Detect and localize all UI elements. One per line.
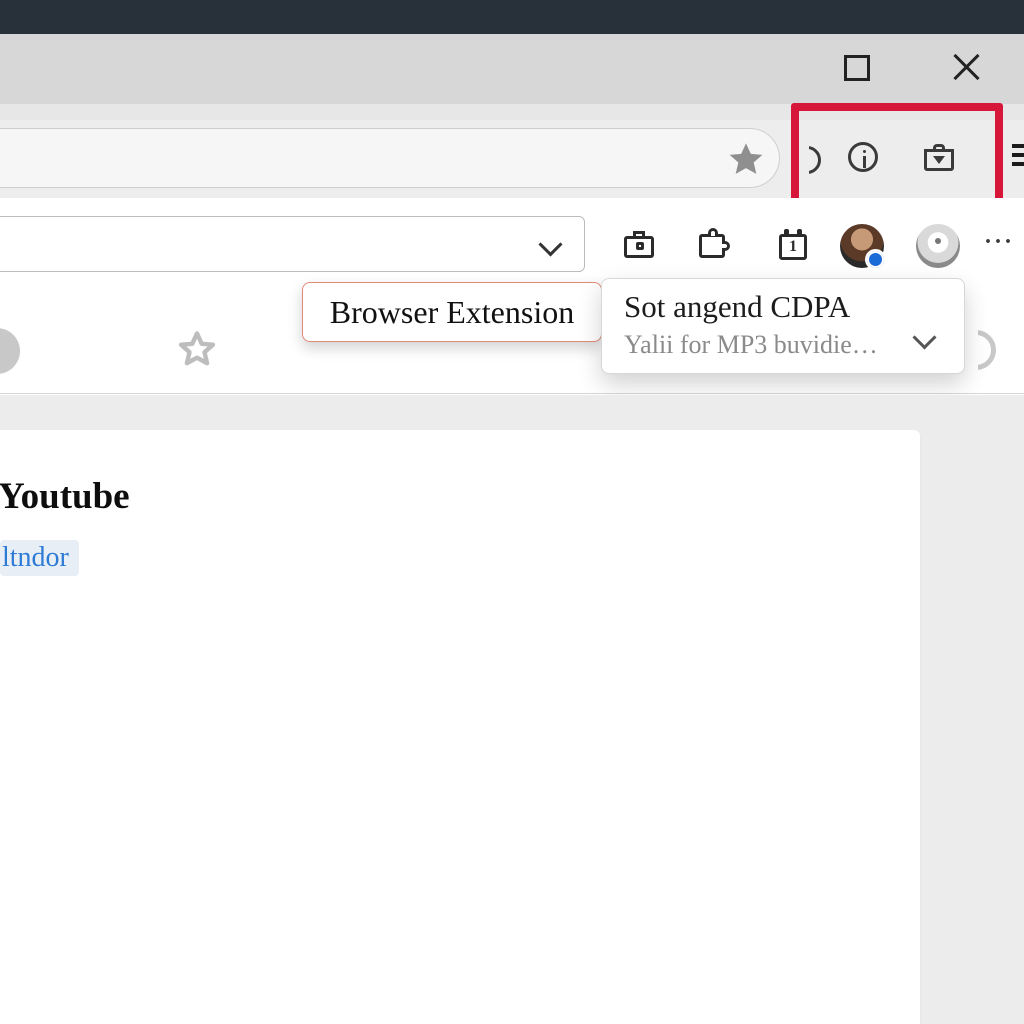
content-tag-link[interactable]: ltndor [0, 540, 79, 576]
window-titlebar [0, 34, 1024, 104]
overflow-menu-icon[interactable]: ··· [984, 238, 1018, 256]
map-pin-icon [931, 234, 945, 252]
menu-icon[interactable] [1012, 144, 1024, 168]
search-dropdown[interactable] [0, 216, 585, 272]
chevron-down-icon[interactable] [916, 329, 938, 351]
app-stage: 1 ··· Browser Extension Sot angend CDPA … [0, 0, 1024, 1024]
calendar-badge-icon[interactable]: 1 [776, 228, 812, 264]
calendar-badge-number: 1 [776, 238, 810, 256]
address-bar[interactable] [0, 128, 780, 188]
browser-extension-button[interactable]: Browser Extension [302, 282, 602, 342]
camera-icon[interactable] [622, 228, 658, 264]
info-icon[interactable] [848, 142, 878, 172]
profile-avatar-1[interactable] [840, 224, 884, 268]
extension-tooltip-card[interactable]: Sot angend CDPA Yalii for MP3 buvidie… [601, 278, 965, 374]
window-top-strip [0, 0, 1024, 34]
profile-avatar-2[interactable] [916, 224, 960, 268]
chevron-down-icon[interactable] [538, 232, 564, 258]
downloads-icon[interactable] [924, 142, 954, 172]
close-icon[interactable] [952, 52, 982, 82]
favorites-star-icon[interactable] [175, 328, 219, 372]
maximize-icon[interactable] [844, 55, 870, 81]
bookmark-star-icon[interactable] [726, 140, 766, 180]
extensions-icon[interactable] [696, 228, 732, 264]
browser-extension-label: Browser Extension [330, 296, 574, 328]
tooltip-title: Sot angend CDPA [624, 289, 944, 325]
page-heading: Youtube [0, 478, 130, 515]
tooltip-subtitle: Yalii for MP3 buvidie… [624, 329, 884, 361]
content-card [0, 430, 920, 1024]
